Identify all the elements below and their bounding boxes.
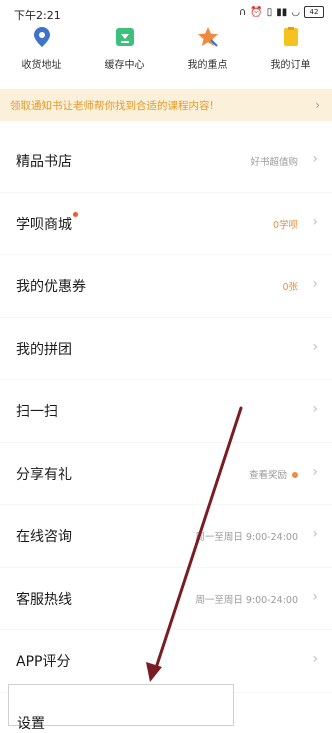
headphone-icon: ∩ <box>238 6 247 18</box>
chevron-right-icon: › <box>315 98 320 112</box>
menu-item-coupons[interactable]: 我的优惠券 0张 › <box>0 255 332 318</box>
status-bar: 下午2:21 ∩ ⏰ ▯ ▮▮ ◡ 42 <box>0 0 332 26</box>
menu-item-bookstore[interactable]: 精品书店 好书超值购 › <box>0 130 332 193</box>
shortcut-label: 我的订单 <box>270 60 311 71</box>
banner-text: 领取通知书让老师帮你找到合适的课程内容! <box>10 99 214 112</box>
location-pin-icon <box>33 27 50 47</box>
status-icons: ∩ ⏰ ▯ ▮▮ ◡ 42 <box>239 6 324 18</box>
shortcut-label: 我的重点 <box>187 60 228 71</box>
menu-item-label: 精品书店 <box>16 154 72 170</box>
menu-item-scan[interactable]: 扫一扫 › <box>0 380 332 443</box>
chevron-right-icon: › <box>312 463 318 480</box>
shortcut-address[interactable]: 收货地址 <box>2 26 82 80</box>
menu-item-label: 设置 <box>17 716 45 732</box>
order-icon <box>283 27 298 46</box>
shortcut-focus[interactable]: 我的重点 <box>168 26 248 80</box>
new-badge-dot <box>73 211 78 217</box>
chevron-right-icon: › <box>312 651 318 667</box>
chevron-right-icon: › <box>312 338 318 355</box>
chevron-right-icon: › <box>312 526 318 542</box>
chevron-right-icon: › <box>312 276 318 292</box>
chevron-right-icon: › <box>312 151 318 167</box>
notification-banner[interactable]: 领取通知书让老师帮你找到合适的课程内容! › <box>0 89 332 121</box>
menu-item-value: 周一至周日 9:00-24:00 <box>195 594 298 606</box>
menu-list: 精品书店 好书超值购 › 学呗商城 0学呗 › 我的优惠券 0张 › 我的拼团 … <box>0 130 332 693</box>
menu-item-label: 客服热线 <box>16 591 72 608</box>
menu-item-label: 在线咨询 <box>16 529 72 545</box>
menu-item-online-consult[interactable]: 在线咨询 周一至周日 9:00-24:00 › <box>0 505 332 568</box>
shortcut-label: 缓存中心 <box>104 60 145 71</box>
shortcut-orders[interactable]: 我的订单 <box>251 26 331 80</box>
chevron-right-icon: › <box>312 401 318 417</box>
menu-item-value: 0学呗 <box>272 219 298 231</box>
shortcut-label: 收货地址 <box>21 60 62 71</box>
menu-item-value: 查看奖励 <box>249 467 298 481</box>
wifi-icon: ◡ <box>291 6 300 18</box>
download-icon <box>115 28 134 46</box>
menu-item-share[interactable]: 分享有礼 查看奖励 › <box>0 443 332 505</box>
menu-item-label: 学呗商城 <box>16 216 72 233</box>
menu-item-hotline[interactable]: 客服热线 周一至周日 9:00-24:00 › <box>0 568 332 630</box>
menu-item-value: 周一至周日 9:00-24:00 <box>195 532 298 543</box>
sim-icon: ▯ <box>266 6 273 18</box>
alarm-icon: ⏰ <box>250 6 263 18</box>
menu-item-value: 0张 <box>282 282 298 293</box>
menu-item-label: 我的拼团 <box>16 341 72 358</box>
menu-item-label: 扫一扫 <box>16 404 58 420</box>
chevron-right-icon: › <box>312 588 318 605</box>
signal-icon: ▮▮ <box>276 6 288 18</box>
menu-item-label: 分享有礼 <box>16 466 72 483</box>
battery-icon: 42 <box>304 6 324 18</box>
menu-item-mall[interactable]: 学呗商城 0学呗 › <box>0 193 332 255</box>
star-icon <box>197 27 218 47</box>
status-time: 下午2:21 <box>14 9 61 22</box>
chevron-right-icon: › <box>312 213 318 230</box>
menu-item-label: 我的优惠券 <box>16 279 86 295</box>
menu-item-label: APP评分 <box>16 654 71 670</box>
shortcut-row: 收货地址 缓存中心 我的重点 我的订单 <box>0 26 332 80</box>
menu-item-value: 好书超值购 <box>250 157 298 168</box>
shortcut-cache[interactable]: 缓存中心 <box>85 26 165 80</box>
share-reward-text: 查看奖励 <box>248 469 287 481</box>
reward-dot <box>292 472 298 478</box>
menu-item-group-buy[interactable]: 我的拼团 › <box>0 318 332 380</box>
